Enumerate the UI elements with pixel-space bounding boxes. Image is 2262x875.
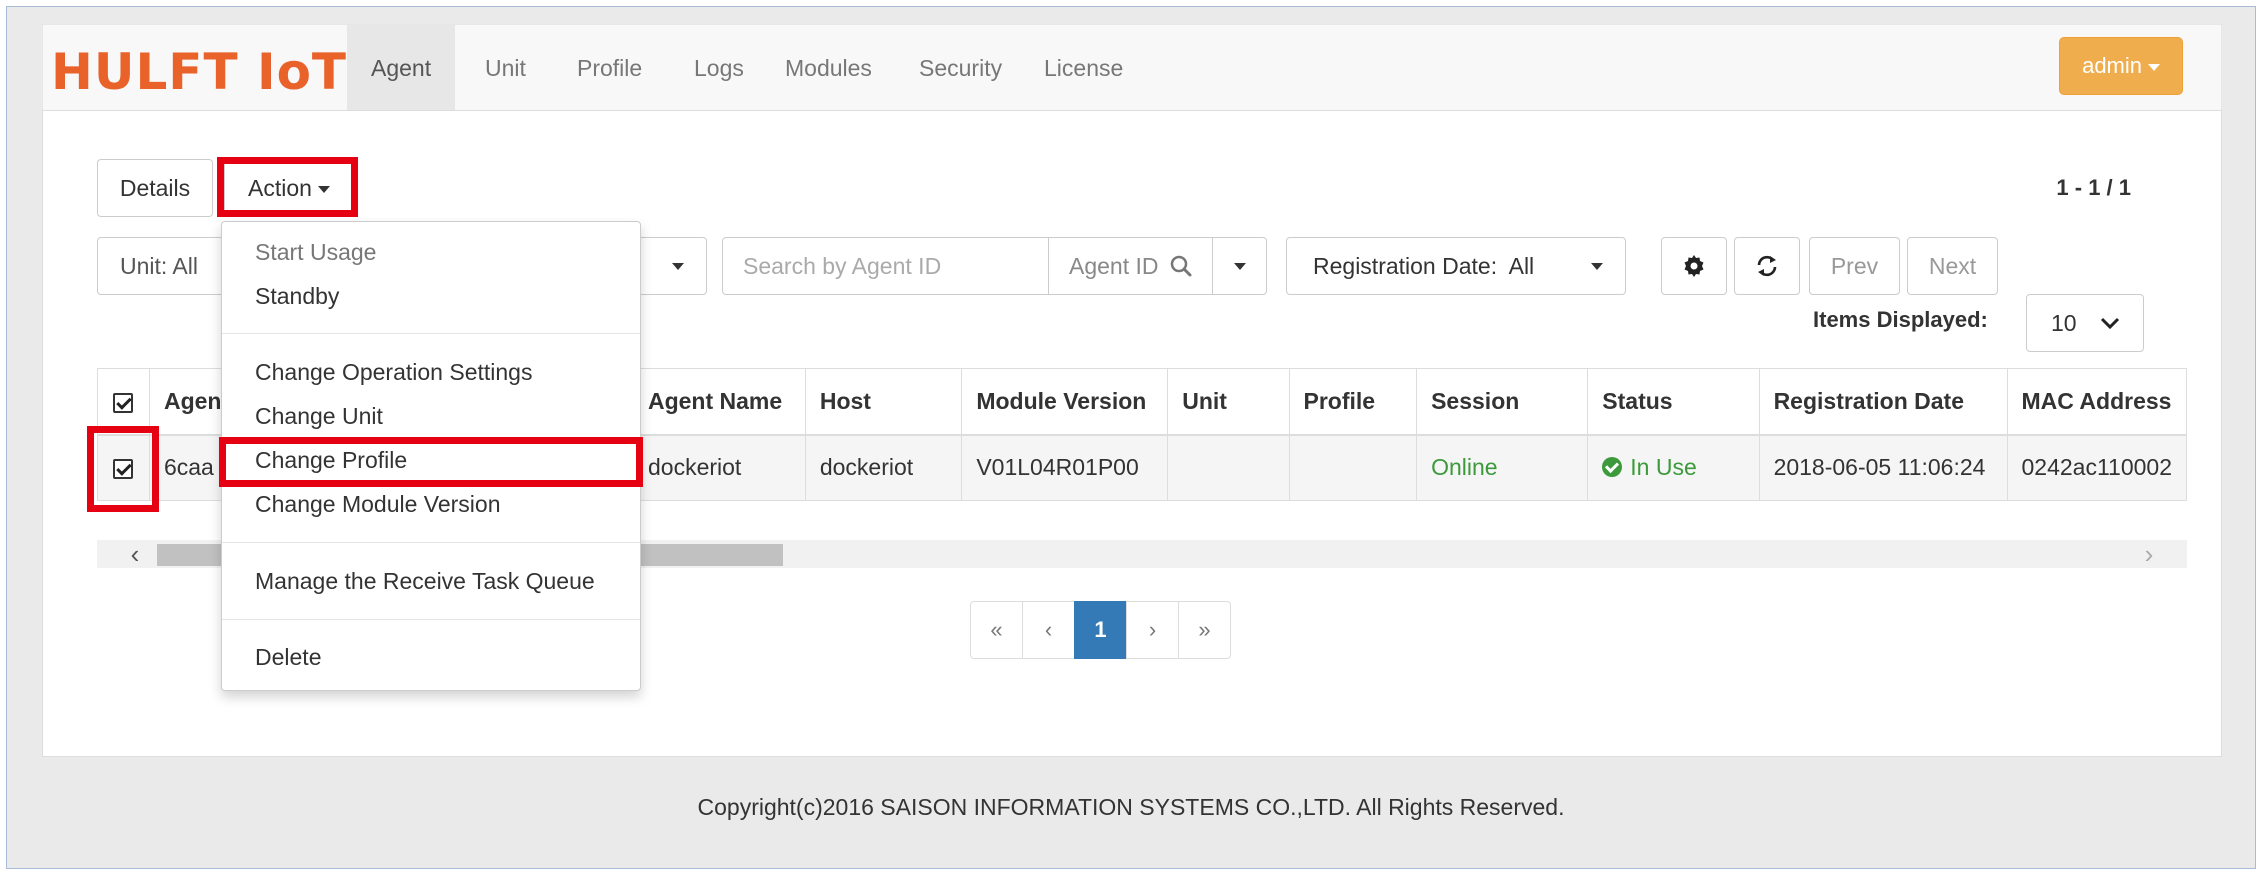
menu-divider [222,333,640,334]
unit-filter-label: Unit: All [120,253,198,279]
row-checkbox[interactable] [113,459,134,480]
page-first-button[interactable]: « [970,601,1023,659]
menu-item-start-usage[interactable]: Start Usage [222,230,640,274]
status-label: In Use [1630,454,1697,481]
cell-unit [1167,434,1290,501]
details-button[interactable]: Details [97,159,213,217]
col-session[interactable]: Session [1416,368,1589,436]
action-button[interactable]: Action [224,159,354,217]
result-range: 1 - 1 / 1 [2056,175,2131,200]
cell-mac-address: 0242ac110002 [2006,434,2187,501]
nav-item-license[interactable]: License [1020,25,1147,111]
settings-button[interactable] [1661,237,1727,295]
registration-date-label: Registration Date: All [1313,253,1535,279]
menu-divider [222,542,640,543]
menu-divider [222,619,640,620]
cell-agent-name: dockeriot [632,434,806,501]
menu-item-change-module-version[interactable]: Change Module Version [222,482,640,526]
select-all-cell [97,368,150,436]
page-current-button[interactable]: 1 [1074,601,1127,659]
scroll-right-icon[interactable]: › [2129,540,2169,568]
cell-session: Online [1416,434,1589,501]
chevron-down-icon [2100,317,2120,330]
caret-down-icon [1233,263,1246,270]
scroll-left-icon[interactable]: ‹ [115,540,155,568]
refresh-icon [1757,255,1777,277]
items-displayed-value: 10 [2051,310,2077,336]
search-mode-dropdown[interactable] [1212,238,1266,294]
nav-item-profile[interactable]: Profile [553,25,666,111]
search-mode-button[interactable]: Agent ID [1048,238,1212,294]
col-registration-date[interactable]: Registration Date [1758,368,2008,436]
col-status[interactable]: Status [1587,368,1760,436]
menu-item-change-profile[interactable]: Change Profile [222,438,640,482]
nav-item-modules[interactable]: Modules [761,25,896,111]
menu-item-change-operation-settings[interactable]: Change Operation Settings [222,350,640,394]
search-mode-label: Agent ID [1069,253,1159,279]
nav-item-security[interactable]: Security [895,25,1026,111]
menu-item-change-unit[interactable]: Change Unit [222,394,640,438]
cell-module-version: V01L04R01P00 [961,434,1169,501]
col-mac-address[interactable]: MAC Address [2006,368,2187,436]
admin-menu-button[interactable]: admin [2059,37,2183,95]
action-label: Action [248,175,312,201]
gear-icon [1684,255,1704,277]
nav-item-logs[interactable]: Logs [670,25,768,111]
main-panel: Details Action 1 - 1 / 1 Unit: All Agent… [42,110,2222,757]
cell-registration-date: 2018-06-05 11:06:24 [1758,434,2008,501]
page-last-button[interactable]: » [1178,601,1231,659]
col-unit[interactable]: Unit [1167,368,1290,436]
next-page-button[interactable]: Next [1907,237,1998,295]
row-select-cell [97,434,150,501]
footer-copyright: Copyright(c)2016 SAISON INFORMATION SYST… [697,794,1565,820]
refresh-button[interactable] [1734,237,1800,295]
registration-date-filter[interactable]: Registration Date: All [1286,237,1626,295]
page-prev-button[interactable]: ‹ [1022,601,1075,659]
caret-down-icon [1591,263,1603,270]
caret-down-icon [672,263,684,270]
navbar: HULFT IoT Agent Unit Profile Logs Module… [42,24,2222,111]
cell-host: dockeriot [804,434,963,501]
admin-label: admin [2082,53,2142,78]
agent-search-group: Agent ID [722,237,1267,295]
nav-item-unit[interactable]: Unit [461,25,550,111]
search-icon [1170,255,1192,277]
app-logo: HULFT IoT [51,43,348,101]
items-displayed-label: Items Displayed: [1813,307,1988,332]
page-next-button[interactable]: › [1126,601,1179,659]
col-host[interactable]: Host [804,368,963,436]
items-displayed-select[interactable]: 10 [2026,294,2144,352]
pagination: « ‹ 1 › » [970,601,1231,659]
caret-down-icon [317,186,330,194]
check-circle-icon [1602,457,1623,478]
col-agent-name[interactable]: Agent Name [632,368,806,436]
prev-page-button[interactable]: Prev [1809,237,1900,295]
action-dropdown-menu: Start Usage Standby Change Operation Set… [221,221,641,691]
cell-profile [1288,434,1418,501]
caret-down-icon [2148,63,2160,71]
select-all-checkbox[interactable] [113,392,134,413]
menu-item-standby[interactable]: Standby [222,274,640,318]
menu-item-manage-receive-task-queue[interactable]: Manage the Receive Task Queue [222,559,640,603]
col-module-version[interactable]: Module Version [961,368,1169,436]
menu-item-delete[interactable]: Delete [222,635,640,679]
nav-item-agent[interactable]: Agent [347,25,456,111]
cell-status: In Use [1587,434,1760,501]
agent-search-input[interactable] [723,238,1048,294]
col-profile[interactable]: Profile [1288,368,1418,436]
